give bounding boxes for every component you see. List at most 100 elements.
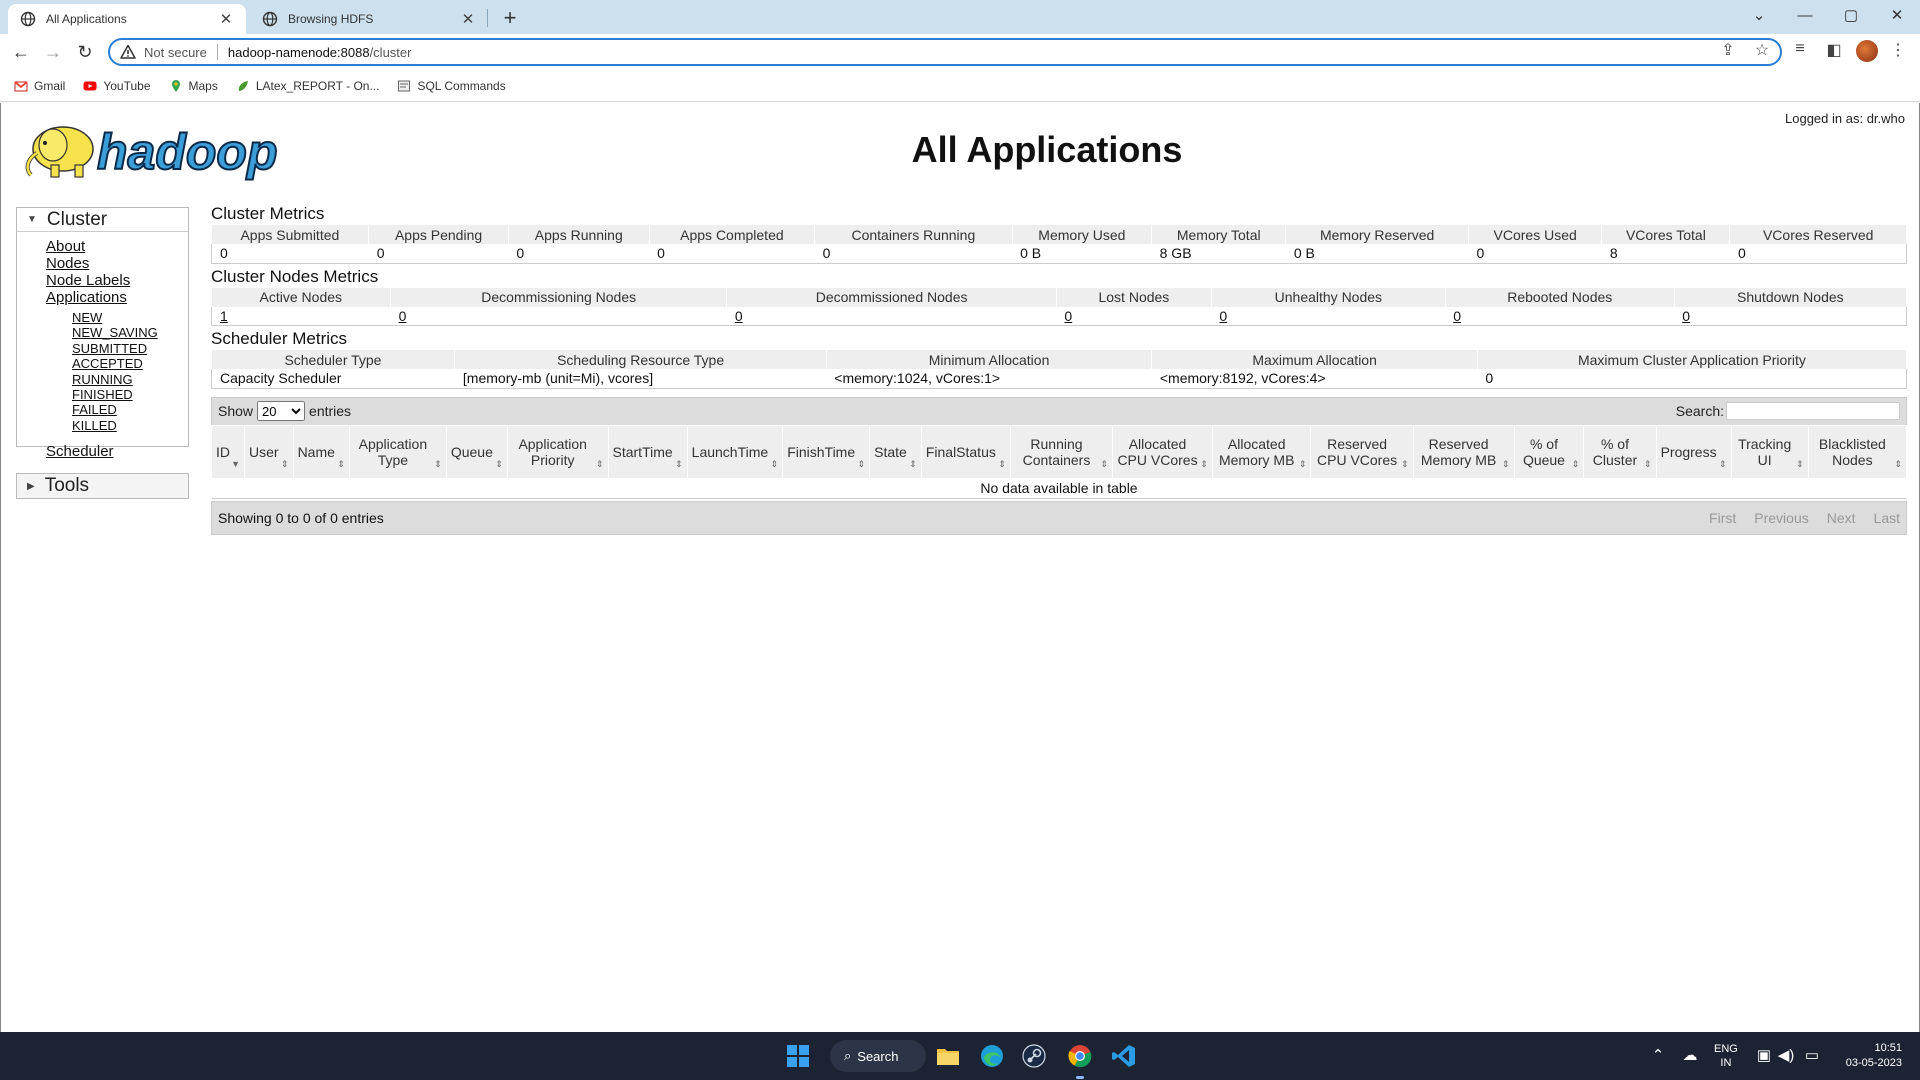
edge-browser-icon[interactable]: [978, 1042, 1006, 1070]
nav-link-state-running[interactable]: RUNNING: [72, 372, 188, 387]
column-header-sortable[interactable]: Reserved Memory MB ⇕: [1412, 424, 1515, 479]
column-header-sortable[interactable]: Allocated Memory MB ⇕: [1211, 424, 1312, 479]
column-header-sortable[interactable]: Queue ⇕: [445, 424, 508, 479]
table-cell: 0: [1674, 306, 1907, 326]
last-page-button[interactable]: Last: [1874, 510, 1900, 526]
forward-arrow-icon[interactable]: →: [40, 39, 66, 65]
tab-strip: All Applications ✕ Browsing HDFS ✕ + ⌄ —…: [0, 0, 1920, 34]
profile-avatar[interactable]: [1856, 40, 1878, 62]
nav-link-state-killed[interactable]: KILLED: [72, 418, 188, 433]
nav-link-nodes[interactable]: Nodes: [46, 255, 188, 272]
windows-start-icon[interactable]: [784, 1042, 812, 1070]
shutdown-nodes-link[interactable]: 0: [1682, 308, 1690, 324]
network-icon[interactable]: ▣: [1754, 1046, 1774, 1064]
previous-page-button[interactable]: Previous: [1754, 510, 1808, 526]
column-header-sortable[interactable]: FinalStatus ⇕: [920, 424, 1011, 479]
decommissioned-nodes-link[interactable]: 0: [735, 308, 743, 324]
rebooted-nodes-link[interactable]: 0: [1453, 308, 1461, 324]
column-header-sortable[interactable]: User ⇕: [244, 424, 294, 479]
close-window-button[interactable]: ✕: [1874, 2, 1920, 30]
column-header-sortable[interactable]: Allocated CPU VCores ⇕: [1112, 424, 1213, 479]
tab-separator: [487, 9, 488, 27]
tab-search-chevron-icon[interactable]: ⌄: [1736, 2, 1782, 30]
file-explorer-icon[interactable]: [934, 1042, 962, 1070]
nav-link-state-submitted[interactable]: SUBMITTED: [72, 341, 188, 356]
tab-all-applications[interactable]: All Applications ✕: [8, 4, 246, 34]
nav-link-state-finished[interactable]: FINISHED: [72, 387, 188, 402]
chrome-icon[interactable]: [1066, 1042, 1094, 1070]
column-header-sortable[interactable]: Tracking UI ⇕: [1730, 424, 1809, 479]
bookmark-latex-report[interactable]: LAtex_REPORT - On...: [236, 79, 379, 93]
table-cell: 0: [211, 244, 369, 264]
column-header-sortable[interactable]: ID ▼: [211, 424, 245, 479]
taskbar-search-label: Search: [857, 1048, 899, 1064]
taskbar-search-button[interactable]: ⌕ Search: [830, 1040, 926, 1072]
bookmark-gmail[interactable]: Gmail: [14, 79, 65, 93]
search-input[interactable]: [1726, 402, 1900, 420]
cluster-nav-header[interactable]: ▼ Cluster: [17, 208, 188, 232]
nav-link-state-accepted[interactable]: ACCEPTED: [72, 356, 188, 371]
sort-both-icon: ⇕: [909, 458, 917, 469]
bookmark-maps[interactable]: Maps: [169, 79, 218, 93]
column-header-sortable[interactable]: FinishTime ⇕: [782, 424, 871, 479]
address-bar[interactable]: Not secure hadoop-namenode:8088/cluster: [108, 38, 1782, 66]
clock-date: 03-05-2023: [1845, 1057, 1902, 1069]
reload-icon[interactable]: ↻: [72, 39, 98, 65]
reading-list-icon[interactable]: ≡: [1788, 40, 1812, 58]
gmail-icon: [14, 80, 28, 91]
language-indicator[interactable]: ENG IN: [1714, 1032, 1738, 1080]
column-header-sortable[interactable]: Progress ⇕: [1655, 424, 1732, 479]
share-icon[interactable]: ⇪: [1716, 40, 1740, 60]
volume-icon[interactable]: ◀): [1776, 1046, 1796, 1064]
nav-link-applications[interactable]: Applications: [46, 289, 188, 306]
lost-nodes-link[interactable]: 0: [1064, 308, 1072, 324]
tools-nav-header[interactable]: ▶ Tools: [17, 474, 188, 498]
table-cell: 0: [1468, 244, 1602, 264]
column-header-sortable[interactable]: Blacklisted Nodes ⇕: [1807, 424, 1908, 479]
new-tab-button[interactable]: +: [498, 5, 522, 31]
active-nodes-link[interactable]: 1: [220, 308, 228, 324]
column-header-sortable[interactable]: Running Containers ⇕: [1009, 424, 1114, 479]
table-cell: <memory:1024, vCores:1>: [826, 369, 1152, 389]
menu-kebab-icon[interactable]: ⋮: [1886, 40, 1910, 60]
first-page-button[interactable]: First: [1709, 510, 1736, 526]
column-header-sortable[interactable]: Reserved CPU VCores ⇕: [1310, 424, 1414, 479]
maximize-button[interactable]: ▢: [1828, 2, 1874, 30]
bookmark-youtube[interactable]: YouTube: [83, 79, 151, 93]
vscode-icon[interactable]: [1110, 1042, 1138, 1070]
clock[interactable]: 10:51 03-05-2023: [1834, 1032, 1902, 1080]
nav-link-about[interactable]: About: [46, 238, 188, 255]
back-arrow-icon[interactable]: ←: [8, 39, 34, 65]
column-header-sortable[interactable]: Application Priority ⇕: [506, 424, 609, 479]
tools-nav-panel[interactable]: ▶ Tools: [16, 473, 189, 499]
decommissioning-nodes-link[interactable]: 0: [399, 308, 407, 324]
close-icon[interactable]: ✕: [460, 10, 476, 28]
tab-browsing-hdfs[interactable]: Browsing HDFS ✕: [250, 4, 488, 34]
nav-link-state-new-saving[interactable]: NEW_SAVING: [72, 325, 188, 340]
battery-icon[interactable]: ▭: [1802, 1046, 1822, 1064]
unhealthy-nodes-link[interactable]: 0: [1219, 308, 1227, 324]
minimize-button[interactable]: —: [1782, 2, 1828, 30]
sort-both-icon: ⇕: [1719, 458, 1727, 469]
column-header-sortable[interactable]: LaunchTime ⇕: [686, 424, 784, 479]
nav-link-scheduler[interactable]: Scheduler: [46, 443, 188, 460]
entries-select[interactable]: 20: [257, 401, 306, 421]
nav-link-state-failed[interactable]: FAILED: [72, 402, 188, 417]
nav-link-node-labels[interactable]: Node Labels: [46, 272, 188, 289]
column-header-sortable[interactable]: % of Queue ⇕: [1513, 424, 1585, 479]
side-panel-icon[interactable]: ◧: [1822, 40, 1846, 60]
close-icon[interactable]: ✕: [218, 10, 234, 28]
onedrive-cloud-icon[interactable]: ☁: [1680, 1046, 1700, 1064]
column-label: LaunchTime: [691, 443, 769, 460]
column-header-sortable[interactable]: % of Cluster ⇕: [1583, 424, 1657, 479]
nav-link-state-new[interactable]: NEW: [72, 310, 188, 325]
column-header-sortable[interactable]: State ⇕: [869, 424, 922, 479]
column-header-sortable[interactable]: StartTime ⇕: [607, 424, 688, 479]
bookmark-sql-commands[interactable]: SQL Commands: [397, 79, 506, 93]
column-header-sortable[interactable]: Application Type ⇕: [348, 424, 447, 479]
chevron-up-icon[interactable]: ⌃: [1648, 1046, 1668, 1064]
steam-icon[interactable]: [1020, 1042, 1048, 1070]
star-bookmark-icon[interactable]: ☆: [1750, 40, 1774, 60]
column-header-sortable[interactable]: Name ⇕: [292, 424, 350, 479]
next-page-button[interactable]: Next: [1827, 510, 1856, 526]
